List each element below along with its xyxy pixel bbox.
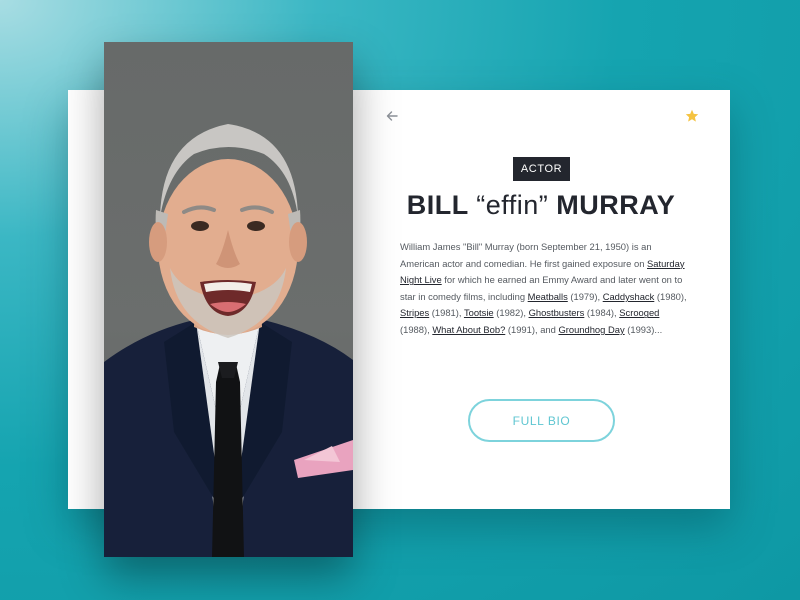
- link-stripes[interactable]: Stripes: [400, 307, 429, 318]
- bio-text-segment: (1984),: [584, 307, 620, 319]
- full-bio-button[interactable]: FULL BIO: [468, 399, 615, 442]
- actor-photo: [104, 42, 353, 557]
- link-what-about-bob[interactable]: What About Bob?: [432, 324, 505, 335]
- link-meatballs[interactable]: Meatballs: [528, 291, 568, 302]
- name-nickname: “effin”: [476, 190, 549, 220]
- link-tootsie[interactable]: Tootsie: [464, 307, 494, 318]
- name-first: BILL: [406, 190, 469, 220]
- link-groundhog-day[interactable]: Groundhog Day: [558, 324, 624, 335]
- bio-text-segment: (1982),: [493, 307, 529, 319]
- bio-text-segment: (1981),: [429, 307, 464, 319]
- bio-text-segment: (1979),: [567, 290, 603, 302]
- link-caddyshack[interactable]: Caddyshack: [603, 291, 655, 302]
- bio-text-segment: (1988),: [400, 323, 433, 335]
- bio-text-segment: (1991), and: [505, 323, 559, 335]
- back-arrow-icon[interactable]: [384, 108, 400, 124]
- actor-name: BILL “effin” MURRAY: [352, 190, 730, 221]
- bio-text-segment: William James "Bill" Murray (born Septem…: [400, 241, 652, 269]
- bio-text-segment: (1993)...: [624, 323, 663, 335]
- link-ghostbusters[interactable]: Ghostbusters: [529, 307, 585, 318]
- favorite-star-icon[interactable]: [684, 108, 700, 124]
- bio-text-segment: (1980),: [654, 290, 687, 302]
- role-tag: ACTOR: [513, 157, 570, 181]
- bio-text: William James "Bill" Murray (born Septem…: [400, 239, 690, 339]
- name-last: MURRAY: [556, 190, 676, 220]
- link-scrooged[interactable]: Scrooged: [619, 307, 659, 318]
